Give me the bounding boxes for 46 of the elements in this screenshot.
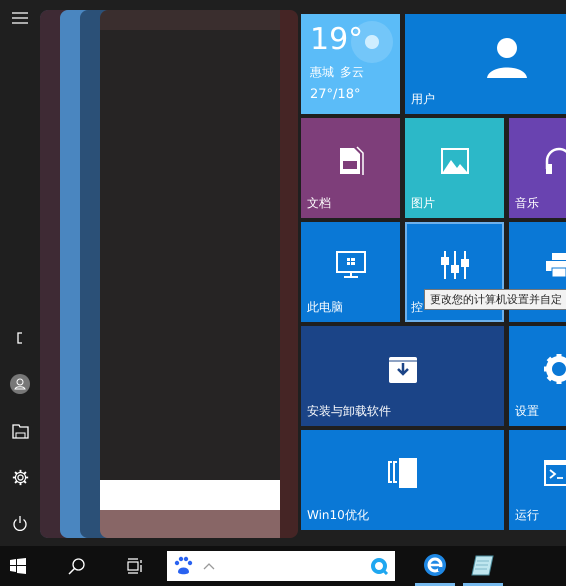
picture-icon	[440, 148, 468, 174]
document-icon	[338, 146, 364, 176]
app-tile[interactable]: 图片	[405, 118, 504, 218]
app-tile[interactable]: 运行	[509, 430, 566, 530]
bracket-panel-icon	[388, 458, 418, 488]
headphones-icon	[544, 147, 566, 175]
settings-icon[interactable]	[12, 469, 28, 486]
tile-label: 运行	[515, 507, 539, 524]
temperature-range: 27°/18°	[310, 87, 360, 102]
monitor-icon	[336, 251, 366, 279]
printer-icon	[544, 252, 566, 278]
tooltip: 更改您的计算机设置并自定	[424, 289, 566, 310]
search-field[interactable]	[167, 551, 395, 581]
tile-label: 音乐	[515, 195, 539, 212]
download-box-icon	[388, 355, 416, 383]
notepad-icon	[471, 554, 495, 576]
app-tile[interactable]: 用户	[405, 14, 566, 114]
weather-condition: 多云	[340, 64, 364, 81]
app-tile[interactable]: 安装与卸载软件	[301, 326, 504, 426]
gear-icon	[544, 354, 566, 384]
chevron-up-icon[interactable]	[203, 562, 215, 570]
magnifier-icon[interactable]	[371, 557, 389, 575]
tile-label: 图片	[411, 195, 435, 212]
city-name: 惠城	[310, 64, 334, 81]
power-icon[interactable]	[12, 516, 28, 532]
app-tile[interactable]: 音乐	[509, 118, 566, 218]
temperature: 19°	[310, 22, 364, 58]
tile-label: 设置	[515, 403, 539, 420]
app-tile[interactable]: 此电脑	[301, 222, 400, 322]
tile-label: 安装与卸载软件	[307, 403, 391, 420]
tile-label: 文档	[307, 195, 331, 212]
paw-icon	[173, 556, 193, 576]
app-tile[interactable]: 文档	[301, 118, 400, 218]
menu-icon[interactable]	[12, 12, 28, 24]
console-icon	[544, 460, 566, 486]
tile-label: 用户	[411, 91, 435, 108]
tile-label: 此电脑	[307, 299, 343, 316]
app-tile[interactable]: Win10优化	[301, 430, 504, 530]
bracket-icon[interactable]	[17, 332, 23, 344]
letter-e-icon	[423, 552, 447, 576]
tile-label: Win10优化	[307, 507, 369, 524]
tile-label: 控	[411, 299, 423, 316]
user-avatar-icon[interactable]	[10, 374, 30, 394]
app-tile[interactable]: 设置	[509, 326, 566, 426]
sliders-icon	[440, 251, 468, 279]
folder-icon[interactable]	[12, 424, 28, 439]
